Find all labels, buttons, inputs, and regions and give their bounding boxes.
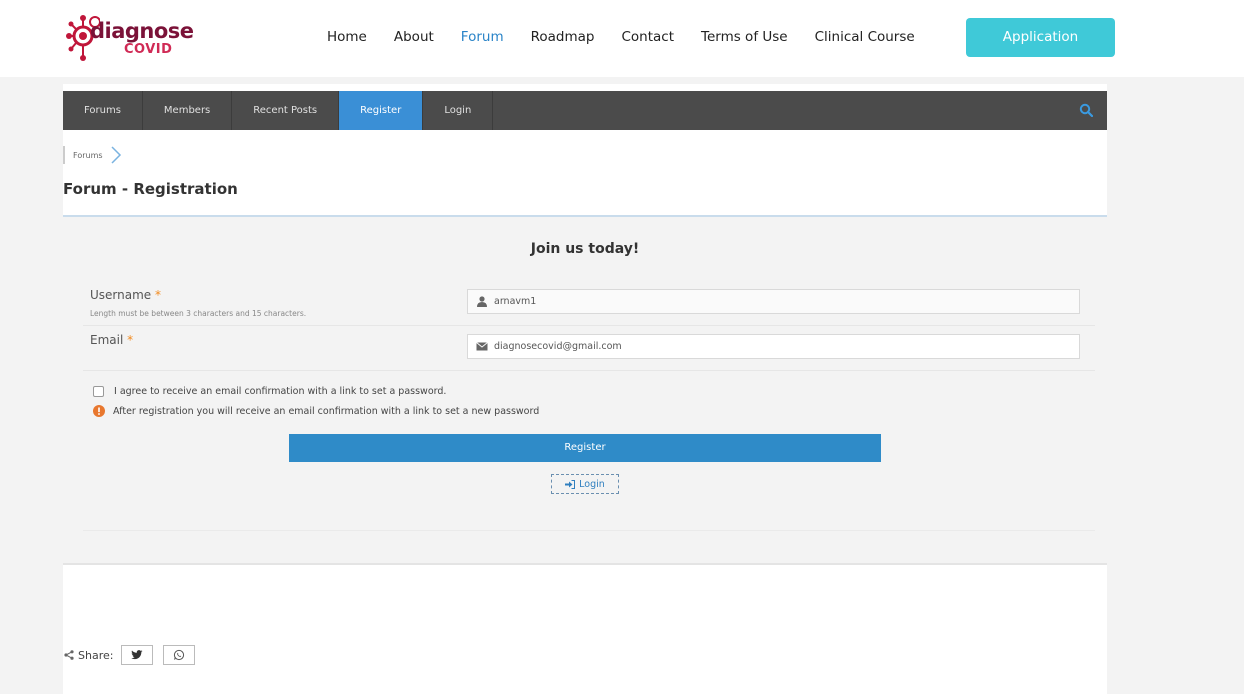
share-label: Share:: [78, 648, 114, 662]
forum-tab-register[interactable]: Register: [339, 91, 424, 130]
agree-checkbox[interactable]: [93, 386, 104, 397]
nav-contact[interactable]: Contact: [621, 29, 674, 45]
nav-terms-of-use[interactable]: Terms of Use: [701, 29, 788, 45]
login-button[interactable]: Login: [551, 474, 619, 494]
logo-subtitle: COVID: [124, 42, 173, 57]
forum-tab-members[interactable]: Members: [143, 91, 233, 130]
form-divider: [83, 530, 1095, 531]
breadcrumb-forums[interactable]: Forums: [73, 151, 103, 160]
row-divider: [83, 370, 1095, 371]
required-mark: *: [127, 333, 134, 347]
nav-clinical-course[interactable]: Clinical Course: [815, 29, 915, 45]
username-field[interactable]: arnavm1: [467, 289, 1080, 314]
share-icon: [64, 650, 74, 660]
forum-tab-login[interactable]: Login: [423, 91, 494, 130]
envelope-icon: [476, 342, 488, 351]
section-divider: [63, 563, 1107, 565]
email-value: diagnosecovid@gmail.com: [494, 341, 622, 352]
agree-checkbox-label: I agree to receive an email confirmation…: [114, 386, 447, 397]
username-label: Username *: [90, 288, 161, 302]
forum-panel: Forums Members Recent Posts Register Log…: [63, 84, 1107, 694]
nav-forum[interactable]: Forum: [461, 29, 504, 45]
forum-tab-forums[interactable]: Forums: [63, 91, 143, 130]
email-label: Email *: [90, 333, 133, 347]
register-button[interactable]: Register: [289, 434, 881, 462]
page-title: Forum - Registration: [63, 180, 238, 198]
forum-tab-recent-posts[interactable]: Recent Posts: [232, 91, 340, 130]
forum-nav-bar: Forums Members Recent Posts Register Log…: [63, 91, 1107, 130]
share-bar: Share:: [64, 645, 205, 665]
twitter-icon: [131, 650, 143, 660]
agree-checkbox-row[interactable]: I agree to receive an email confirmation…: [93, 386, 446, 397]
logo-wordmark: diagnose: [90, 19, 194, 43]
chevron-right-icon: [111, 146, 121, 164]
email-label-text: Email: [90, 333, 124, 347]
login-button-label: Login: [579, 478, 605, 490]
breadcrumb: Forums: [63, 146, 123, 164]
nav-roadmap[interactable]: Roadmap: [531, 29, 595, 45]
required-mark: *: [155, 288, 161, 302]
username-value: arnavm1: [494, 296, 537, 307]
site-logo[interactable]: diagnose COVID: [66, 14, 226, 66]
warning-icon: [93, 405, 105, 417]
row-divider: [83, 325, 1095, 326]
search-icon[interactable]: [1079, 103, 1093, 117]
whatsapp-icon: [174, 649, 185, 661]
sign-in-icon: [565, 479, 576, 489]
registration-notice: After registration you will receive an e…: [93, 405, 539, 417]
application-button[interactable]: Application: [966, 18, 1115, 57]
registration-form: Join us today! Username * Length must be…: [63, 217, 1107, 563]
main-nav: Home About Forum Roadmap Contact Terms o…: [327, 29, 942, 45]
email-field[interactable]: diagnosecovid@gmail.com: [467, 334, 1080, 359]
nav-about[interactable]: About: [394, 29, 434, 45]
username-hint: Length must be between 3 characters and …: [90, 309, 307, 318]
share-whatsapp-button[interactable]: [163, 645, 196, 665]
site-header: diagnose COVID Home About Forum Roadmap …: [0, 0, 1244, 77]
share-twitter-button[interactable]: [121, 645, 154, 665]
nav-home[interactable]: Home: [327, 29, 367, 45]
user-icon: [477, 296, 487, 307]
form-heading: Join us today!: [530, 241, 640, 257]
notice-text: After registration you will receive an e…: [113, 405, 540, 417]
username-label-text: Username: [90, 288, 152, 302]
